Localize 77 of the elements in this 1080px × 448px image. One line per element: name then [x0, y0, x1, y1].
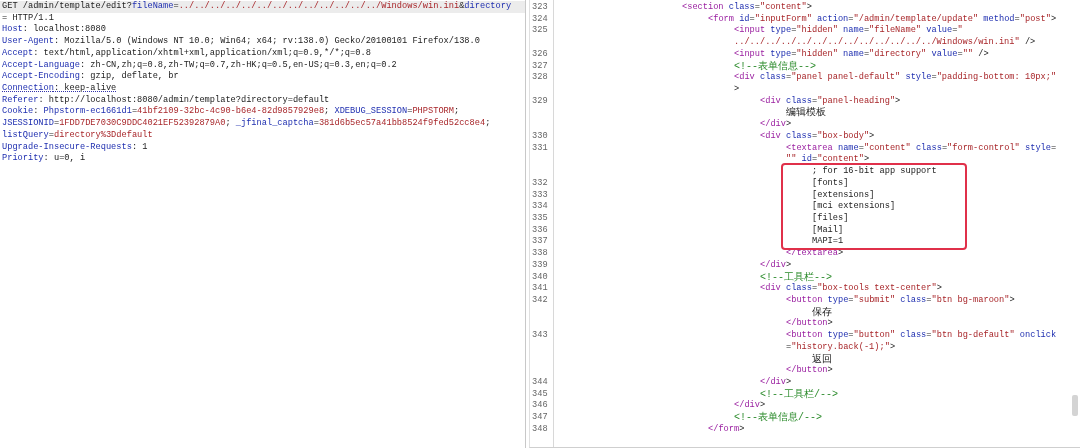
line-number: 328 [531, 72, 549, 85]
line-number: 337 [531, 236, 549, 249]
line-number: 341 [531, 283, 549, 295]
line-number: 332 [531, 177, 549, 190]
line-number: 348 [531, 423, 549, 436]
line-number: 334 [531, 201, 549, 213]
request-line: Referer: http://localhost:8080/admin/template?directory=default [1, 94, 331, 106]
request-line: JSESSIONID=1FDD7DE7030C9DDC4021EF52392879A0; _jfinal_captcha=381d6b5ec57a41bb8524f9fed52cc8e4; [1, 118, 492, 130]
line-number: 326 [531, 48, 549, 61]
code-line: <button type="submit" class="btn bg-maroon"> [786, 294, 1015, 305]
line-number: 340 [531, 271, 549, 284]
code-line: <textarea name="content" class="form-control" style= [786, 142, 1057, 153]
line-number: 336 [531, 224, 549, 237]
line-number: 333 [531, 189, 549, 202]
code-line: </button> [786, 318, 833, 329]
line-number: 342 [531, 294, 549, 307]
request-line: Connection: keep-alive [1, 83, 118, 95]
line-number: 347 [531, 412, 549, 424]
line-number: 331 [531, 142, 549, 155]
line-number: 346 [531, 400, 549, 413]
code-line: > [734, 84, 740, 95]
request-line: Accept-Encoding: gzip, deflate, br [1, 71, 180, 83]
code-line: </button> [786, 365, 833, 376]
line-number: 323 [531, 2, 549, 14]
request-line: Cookie: Phpstorm-ec1661d1=41bf2109-32bc-4c90-b6e4-82d9857929e8; XDEBUG_SESSION=PHPSTORM; [1, 106, 461, 118]
code-line: </div> [760, 259, 792, 270]
code-line: 返回 [812, 354, 832, 365]
line-number: 325 [531, 25, 549, 38]
code-line: [files] [812, 212, 849, 223]
code-line: 保存 [812, 307, 832, 318]
code-line: ; for 16-bit app support [812, 166, 937, 177]
request-line: Priority: u=0, i [1, 153, 87, 166]
code-line: MAPI=1 [812, 236, 844, 247]
code-line: ../../../../../../../../../../../../../Windows/win.ini" /> [734, 37, 1036, 48]
code-line: <div class="panel-heading"> [760, 95, 901, 106]
code-line: <!--表单信息--> [734, 61, 816, 72]
code-line: <form id="inputForm" action="/admin/template/update" method="post"> [708, 13, 1057, 24]
code-line: [fonts] [812, 177, 849, 188]
line-number: 344 [531, 377, 549, 389]
code-line: [Mail] [812, 224, 844, 235]
line-number: 327 [531, 60, 549, 73]
scrollbar[interactable] [1072, 395, 1078, 416]
code-line: <!--表单信息/--> [734, 413, 822, 424]
code-line: <input type="hidden" name="fileName" value=" [734, 25, 963, 36]
code-line: "" id="content"> [786, 154, 870, 165]
code-line: <button type="button" class="btn bg-default" onclick [786, 330, 1057, 341]
code-line: 编辑模板 [786, 108, 826, 119]
request-line: = HTTP/1.1 [1, 12, 55, 24]
code-line: </textarea> [786, 248, 844, 259]
code-line: <!--工具栏/--> [760, 389, 838, 400]
code-line: </form> [708, 423, 745, 434]
code-line: <div class="box-body"> [760, 130, 875, 141]
line-number: 338 [531, 248, 549, 260]
line-number: 330 [531, 130, 549, 143]
code-line: <section class="content"> [682, 2, 812, 12]
code-line: </div> [734, 400, 766, 411]
request-line: Host: localhost:8080 [1, 24, 107, 36]
request-line: Accept: text/html,application/xhtml+xml,application/xml;q=0.9,*/*;q=0.8 [1, 47, 372, 60]
request-line: Upgrade-Insecure-Requests: 1 [1, 141, 149, 153]
code-line: <!--工具栏--> [760, 272, 832, 283]
line-number: 345 [531, 388, 549, 401]
line-number: 324 [531, 13, 549, 26]
code-line: </div> [760, 377, 792, 387]
code-line: [extensions] [812, 189, 875, 200]
request-line: listQuery=directory%3Ddefault [1, 129, 154, 142]
code-line: <div class="box-tools text-center"> [760, 283, 942, 294]
line-number: 343 [531, 330, 549, 342]
code-line: <div class="panel panel-default" style="padding-bottom: 10px;" [734, 72, 1057, 83]
code-line: </div> [760, 119, 792, 130]
code-line: [mci extensions] [812, 201, 896, 212]
line-number: 335 [531, 212, 549, 225]
line-number: 339 [531, 259, 549, 272]
request-line: User-Agent: Mozilla/5.0 (Windows NT 10.0; Win64; x64; rv:138.0) Gecko/20100101 Firefox/138.0 [1, 36, 481, 48]
line-number: 329 [531, 95, 549, 108]
request-line: Accept-Language: zh-CN,zh;q=0.8,zh-TW;q=0.7,zh-HK;q=0.5,en-US;q=0.3,en;q=0.2 [1, 59, 398, 71]
code-line: <input type="hidden" name="directory" value="" /> [734, 48, 989, 59]
code-line: ="history.back(-1);"> [786, 341, 896, 352]
